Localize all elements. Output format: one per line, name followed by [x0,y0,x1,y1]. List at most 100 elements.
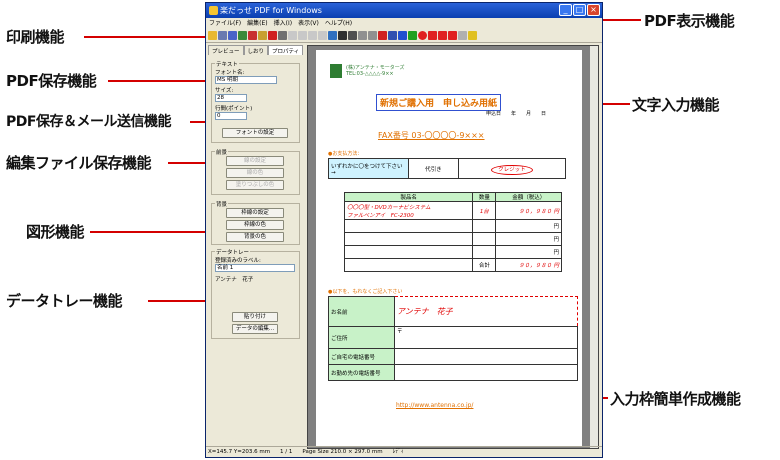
callout-data-tray: データトレー機能 [6,292,123,310]
row-label-work-phone: お勤め先の電話番号 [328,364,395,381]
help-icon[interactable] [468,31,477,40]
tab-bookmarks[interactable]: しおり [243,45,269,55]
data-tray-caption: データトレー [215,248,251,256]
yen-cell: 円 [495,232,562,246]
website-url[interactable]: http://www.antenna.co.jp/ [396,402,473,409]
vertical-scrollbar[interactable] [590,46,598,448]
ellipse-icon[interactable] [418,31,427,40]
text-icon[interactable] [388,31,397,40]
status-coords: X=145.7 Y=203.6 mm [208,449,271,455]
callout-print: 印刷機能 [6,28,65,46]
line-icon[interactable] [428,31,437,40]
background-group-caption: 背景 [215,200,229,208]
undo-icon[interactable] [318,31,327,40]
app-icon [209,6,218,15]
maximize-button[interactable]: □ [573,4,586,16]
fit-icon[interactable] [348,31,357,40]
order-item-line1: 〇〇〇型・DVDカーナビシステム [347,204,431,211]
menu-insert[interactable]: 挿入(I) [274,18,292,29]
check-icon[interactable] [448,31,457,40]
move-icon[interactable] [338,31,347,40]
menu-edit[interactable]: 編集(E) [247,18,267,29]
print-icon[interactable] [218,31,227,40]
line-color-button[interactable]: 線の色 [226,168,284,178]
pdf-page[interactable]: (株)アンテナ・モーターズ TEL:03-△△△△-9×× 新規ご購入用 申し込… [316,50,582,446]
copy-icon[interactable] [288,31,297,40]
callout-pdf-view: PDF表示機能 [644,12,735,30]
font-name-select[interactable]: MS 明朝 [215,76,277,84]
delete-icon[interactable] [378,31,387,40]
title-bar: 楽だっせ PDF for Windows _ □ × [206,3,602,18]
pdf-save-icon[interactable] [248,31,257,40]
open-icon[interactable] [208,31,217,40]
order-item-line2: ファルベンアイ FC-2300 [347,212,414,219]
rect-icon[interactable] [408,31,417,40]
property-panel: プレビュー しおり プロパティ テキスト フォント名: MS 明朝 サイズ: 2… [208,45,305,445]
save-icon[interactable] [228,31,237,40]
hline-icon[interactable] [438,31,447,40]
fill-color-button[interactable]: 塗りつぶしの色 [226,180,284,190]
line-settings-button[interactable]: 線の設定 [226,156,284,166]
printer-icon[interactable] [278,31,287,40]
yen-cell: 円 [495,245,562,259]
callout-input-frame: 入力枠簡単作成機能 [610,390,741,408]
order-header-product: 製品名 [343,192,474,202]
size-select[interactable]: 28 [215,94,247,102]
company-tel: TEL:03-△△△△-9×× [346,71,394,77]
tab-preview[interactable]: プレビュー [208,45,244,55]
rotate-right-icon[interactable] [368,31,377,40]
status-page-size: Page Size 210.0 × 297.0 mm [302,449,383,455]
mail-icon[interactable] [258,31,267,40]
paste-button[interactable]: 貼り付け [232,312,278,322]
status-bar: X=145.7 Y=203.6 mm 1 / 1 Page Size 210.0… [206,446,602,457]
bg-color-button[interactable]: 背景の色 [226,232,284,242]
empty-cell [343,258,474,272]
menu-help[interactable]: ヘルプ(H) [325,18,352,29]
image-icon[interactable] [458,31,467,40]
pdf-icon[interactable] [268,31,277,40]
frame-settings-button[interactable]: 枠線の設定 [226,208,284,218]
tab-properties[interactable]: プロパティ [268,45,304,55]
order-qty: 1台 [472,201,497,220]
text-group: テキスト フォント名: MS 明朝 サイズ: 28 行間(ポイント) 0 フォン… [211,60,300,143]
customer-table: お名前 アンテナ 花子 ご住所 〒 ご自宅の電話番号 お勤め先の電話番号 [328,296,578,381]
tray-item[interactable]: アンテナ 花子 [215,275,253,283]
empty-cell [472,232,497,246]
name-input-frame[interactable]: アンテナ 花子 [394,296,578,327]
font-settings-button[interactable]: フォントの設定 [222,128,288,138]
text-group-caption: テキスト [215,60,239,68]
date-field: 申込日 年 月 日 [486,111,547,117]
total-label: 合計 [472,258,497,272]
minimize-button[interactable]: _ [559,4,572,16]
address-field[interactable]: 〒 [394,326,578,349]
data-edit-button[interactable]: データの編集... [232,324,278,334]
rotate-left-icon[interactable] [358,31,367,40]
row-label-name: お名前 [328,296,395,327]
payment-prompt: いずれかに〇をつけて下さい→ [328,158,409,179]
yen-cell: 円 [495,219,562,233]
size-label: サイズ: [215,88,234,94]
menu-view[interactable]: 表示(V) [298,18,319,29]
frame-color-button[interactable]: 枠線の色 [226,220,284,230]
home-phone-field[interactable] [394,348,578,365]
order-item-cell: 〇〇〇型・DVDカーナビシステム ファルベンアイ FC-2300 [343,201,474,220]
work-phone-field[interactable] [394,364,578,381]
form-title-box[interactable]: 新規ご購入用 申し込み用紙 [376,94,502,111]
payment-option-credit[interactable]: クレジット [457,158,567,179]
payment-option-cod[interactable]: 代引き [408,158,459,179]
cut-icon[interactable] [308,31,317,40]
spacing-select[interactable]: 0 [215,112,247,120]
document-viewer[interactable]: (株)アンテナ・モーターズ TEL:03-△△△△-9×× 新規ご購入用 申し込… [307,45,599,449]
menu-file[interactable]: ファイル(F) [209,18,241,29]
zoom-icon[interactable] [328,31,337,40]
foreground-group: 前景 線の設定 線の色 塗りつぶしの色 [211,148,300,195]
paste-icon[interactable] [298,31,307,40]
leader-pdf-save [108,80,205,82]
leader-print [84,36,206,38]
order-price: ９０，９８０ 円 [495,201,562,220]
save-edit-icon[interactable] [238,31,247,40]
close-button[interactable]: × [587,4,600,16]
company-name: (株)アンテナ・モーターズ [346,65,405,71]
frame-icon[interactable] [398,31,407,40]
tray-select[interactable]: 名前 1 [215,264,295,272]
